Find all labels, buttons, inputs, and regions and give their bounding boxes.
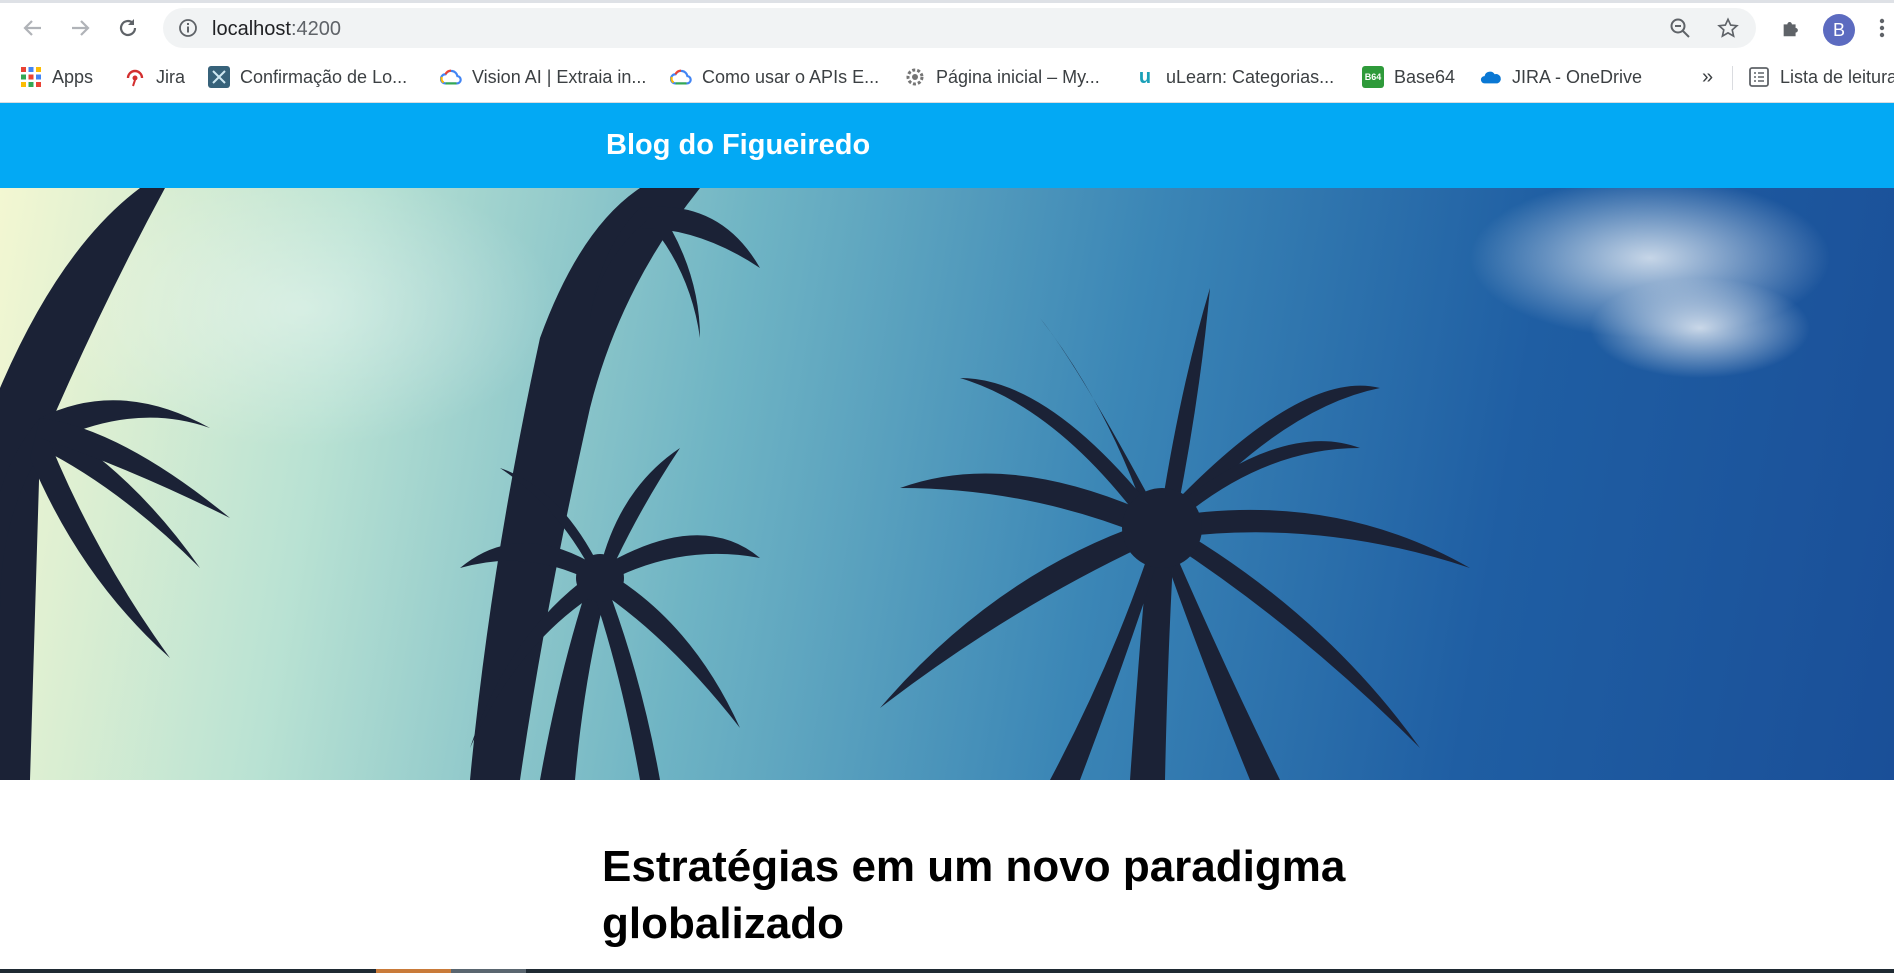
- site-info-icon[interactable]: [173, 13, 203, 43]
- bookmark-label: Vision AI | Extraia in...: [472, 66, 647, 87]
- reload-icon: [119, 19, 137, 37]
- bookmarks-bar: Apps Jira Confirmação de Lo... Vision AI…: [0, 52, 1894, 103]
- bookmark-apis[interactable]: Como usar o APIs E...: [670, 64, 879, 90]
- bookmark-apps[interactable]: Apps: [20, 64, 93, 90]
- bookmark-label: Página inicial – My...: [936, 66, 1100, 87]
- jira-icon: [124, 66, 146, 88]
- zoom-icon[interactable]: [1665, 13, 1695, 43]
- bookmark-label: JIRA - OneDrive: [1512, 66, 1643, 87]
- bookmark-star-icon[interactable]: [1713, 13, 1743, 43]
- onedrive-icon: [1480, 66, 1502, 88]
- address-bar[interactable]: localhost:4200: [163, 8, 1756, 48]
- bookmark-label: Jira: [156, 66, 186, 87]
- bookmark-label: Confirmação de Lo...: [240, 66, 408, 87]
- post-title[interactable]: Estratégias em um novo paradigma globali…: [602, 838, 1362, 952]
- ulearn-icon: u: [1138, 65, 1152, 88]
- kebab-menu-icon: [1879, 18, 1885, 38]
- reading-list-button[interactable]: Lista de leitura: [1748, 64, 1894, 90]
- palm-tree-silhouettes: [0, 188, 1830, 780]
- gear-icon: [904, 66, 926, 88]
- browser-menu-button[interactable]: [1870, 11, 1894, 45]
- browser-toolbar: localhost:4200 B: [0, 3, 1894, 52]
- bookmark-label: uLearn: Categorias...: [1166, 66, 1335, 87]
- tool-icon: [208, 66, 230, 88]
- blog-header: Blog do Figueiredo: [0, 103, 1894, 188]
- bookmark-ulearn[interactable]: u uLearn: Categorias...: [1134, 64, 1334, 90]
- bookmark-vision-ai[interactable]: Vision AI | Extraia in...: [440, 64, 646, 90]
- google-cloud-icon: [670, 66, 692, 88]
- reading-list-label: Lista de leitura: [1780, 66, 1894, 87]
- google-cloud-icon: [440, 66, 462, 88]
- arrow-left-icon: [23, 20, 41, 36]
- reload-button[interactable]: [111, 11, 145, 45]
- bookmark-base64[interactable]: B64 Base64: [1362, 64, 1455, 90]
- chevron-double-right-icon: »: [1702, 65, 1714, 88]
- extensions-button[interactable]: [1774, 11, 1808, 45]
- back-button[interactable]: [16, 11, 50, 45]
- url-text[interactable]: localhost:4200: [212, 18, 341, 41]
- bookmark-label: Base64: [1394, 66, 1456, 87]
- blog-title[interactable]: Blog do Figueiredo: [606, 129, 870, 162]
- profile-avatar[interactable]: B: [1823, 14, 1855, 46]
- bookmark-jira[interactable]: Jira: [124, 64, 185, 90]
- bookmarks-divider: [1732, 66, 1733, 90]
- bookmark-label: Apps: [52, 66, 94, 87]
- bookmark-jira-onedrive[interactable]: JIRA - OneDrive: [1480, 64, 1642, 90]
- reading-list-icon: [1748, 66, 1770, 88]
- bookmark-pagina-inicial[interactable]: Página inicial – My...: [904, 64, 1100, 90]
- taskbar-edge: [0, 969, 1894, 973]
- bookmarks-overflow-button[interactable]: »: [1702, 64, 1713, 90]
- bookmark-confirmacao[interactable]: Confirmação de Lo...: [208, 64, 407, 90]
- apps-grid-icon: [20, 66, 42, 88]
- arrow-right-icon: [72, 20, 90, 36]
- forward-button[interactable]: [63, 11, 97, 45]
- hero-image-palm-trees: [0, 188, 1894, 780]
- base64-icon: B64: [1362, 66, 1384, 88]
- bookmark-label: Como usar o APIs E...: [702, 66, 880, 87]
- puzzle-icon: [1783, 22, 1798, 37]
